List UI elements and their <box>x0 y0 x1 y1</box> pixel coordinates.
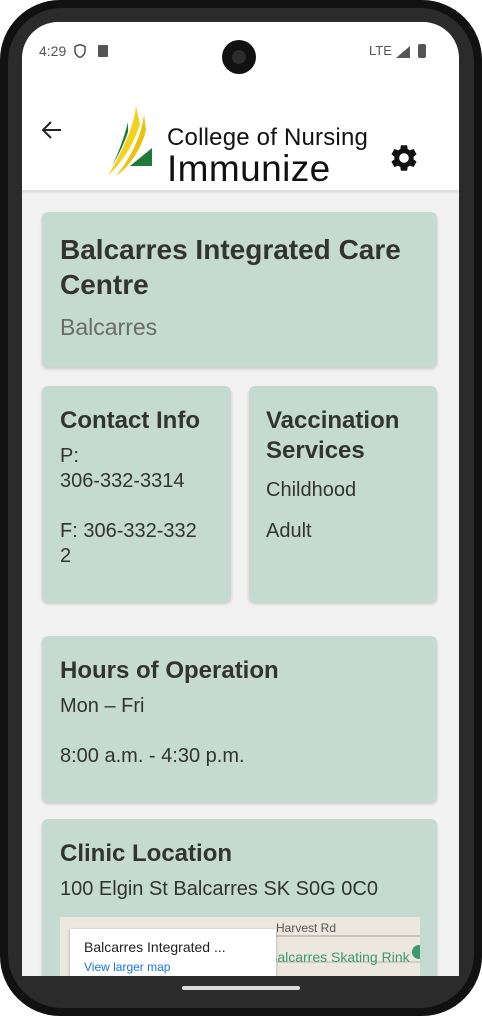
screen: 4:29 LTE College of Nursing Immunize Bal… <box>22 22 459 976</box>
college-logo-icon <box>108 106 152 176</box>
clinic-town: Balcarres <box>60 314 158 340</box>
phone-number[interactable]: 306-332-3314 <box>60 469 213 494</box>
hours-time: 8:00 a.m. - 4:30 p.m. <box>60 745 245 767</box>
contact-info-card: Contact Info P: 306-332-3314 F: 306-332-… <box>42 386 231 602</box>
map-poi-label[interactable]: Balcarres Skating Rink <box>268 949 410 965</box>
contact-info-heading: Contact Info <box>60 407 200 434</box>
front-camera <box>222 40 256 74</box>
location-map[interactable]: Harvest Rd Balcarres Skating Rink Balcar… <box>60 917 420 976</box>
clinic-location-card: Clinic Location 100 Elgin St Balcarres S… <box>42 819 437 976</box>
fax-number-wrap: 2 <box>60 545 72 567</box>
map-road-label: Harvest Rd <box>276 921 337 935</box>
home-indicator[interactable] <box>182 986 300 990</box>
location-heading: Clinic Location <box>60 840 233 867</box>
view-larger-map-link[interactable]: View larger map <box>84 960 170 974</box>
hours-card: Hours of Operation Mon – Fri 8:00 a.m. -… <box>42 636 437 802</box>
service-childhood: Childhood <box>266 479 357 501</box>
vaccination-services-card: Vaccination Services Childhood Adult <box>249 386 437 602</box>
sd-card-icon <box>98 45 108 57</box>
service-adult: Adult <box>266 520 312 542</box>
vaccination-services-heading: Vaccination Services <box>266 407 400 464</box>
clinic-title-card: Balcarres Integrated Care Centre Balcarr… <box>42 212 437 367</box>
clinic-address: 100 Elgin St Balcarres SK S0G 0C0 <box>60 878 378 900</box>
fax-number: F: 306-332-332 <box>60 520 197 542</box>
app-bar: College of Nursing Immunize <box>22 80 459 190</box>
map-popup-title: Balcarres Integrated ... <box>84 939 226 955</box>
network-type: LTE <box>369 43 392 58</box>
map-info-popup: Balcarres Integrated ... View larger map <box>70 929 276 976</box>
shield-icon <box>74 44 86 58</box>
signal-icon <box>396 46 410 58</box>
status-bar: 4:29 LTE <box>22 22 459 80</box>
gear-icon[interactable] <box>388 142 420 174</box>
back-button[interactable] <box>38 116 66 144</box>
hours-heading: Hours of Operation <box>60 657 279 684</box>
battery-icon <box>418 44 426 58</box>
clinic-name: Balcarres Integrated Care Centre <box>60 234 401 300</box>
arrow-left-icon <box>42 121 61 139</box>
hours-days: Mon – Fri <box>60 695 145 717</box>
logo-text-immunize: Immunize <box>167 148 331 189</box>
status-time: 4:29 <box>39 43 67 59</box>
map-pin-icon[interactable] <box>412 945 420 959</box>
clinic-details-content: Balcarres Integrated Care Centre Balcarr… <box>22 190 459 976</box>
phone-label: P: <box>60 445 79 467</box>
